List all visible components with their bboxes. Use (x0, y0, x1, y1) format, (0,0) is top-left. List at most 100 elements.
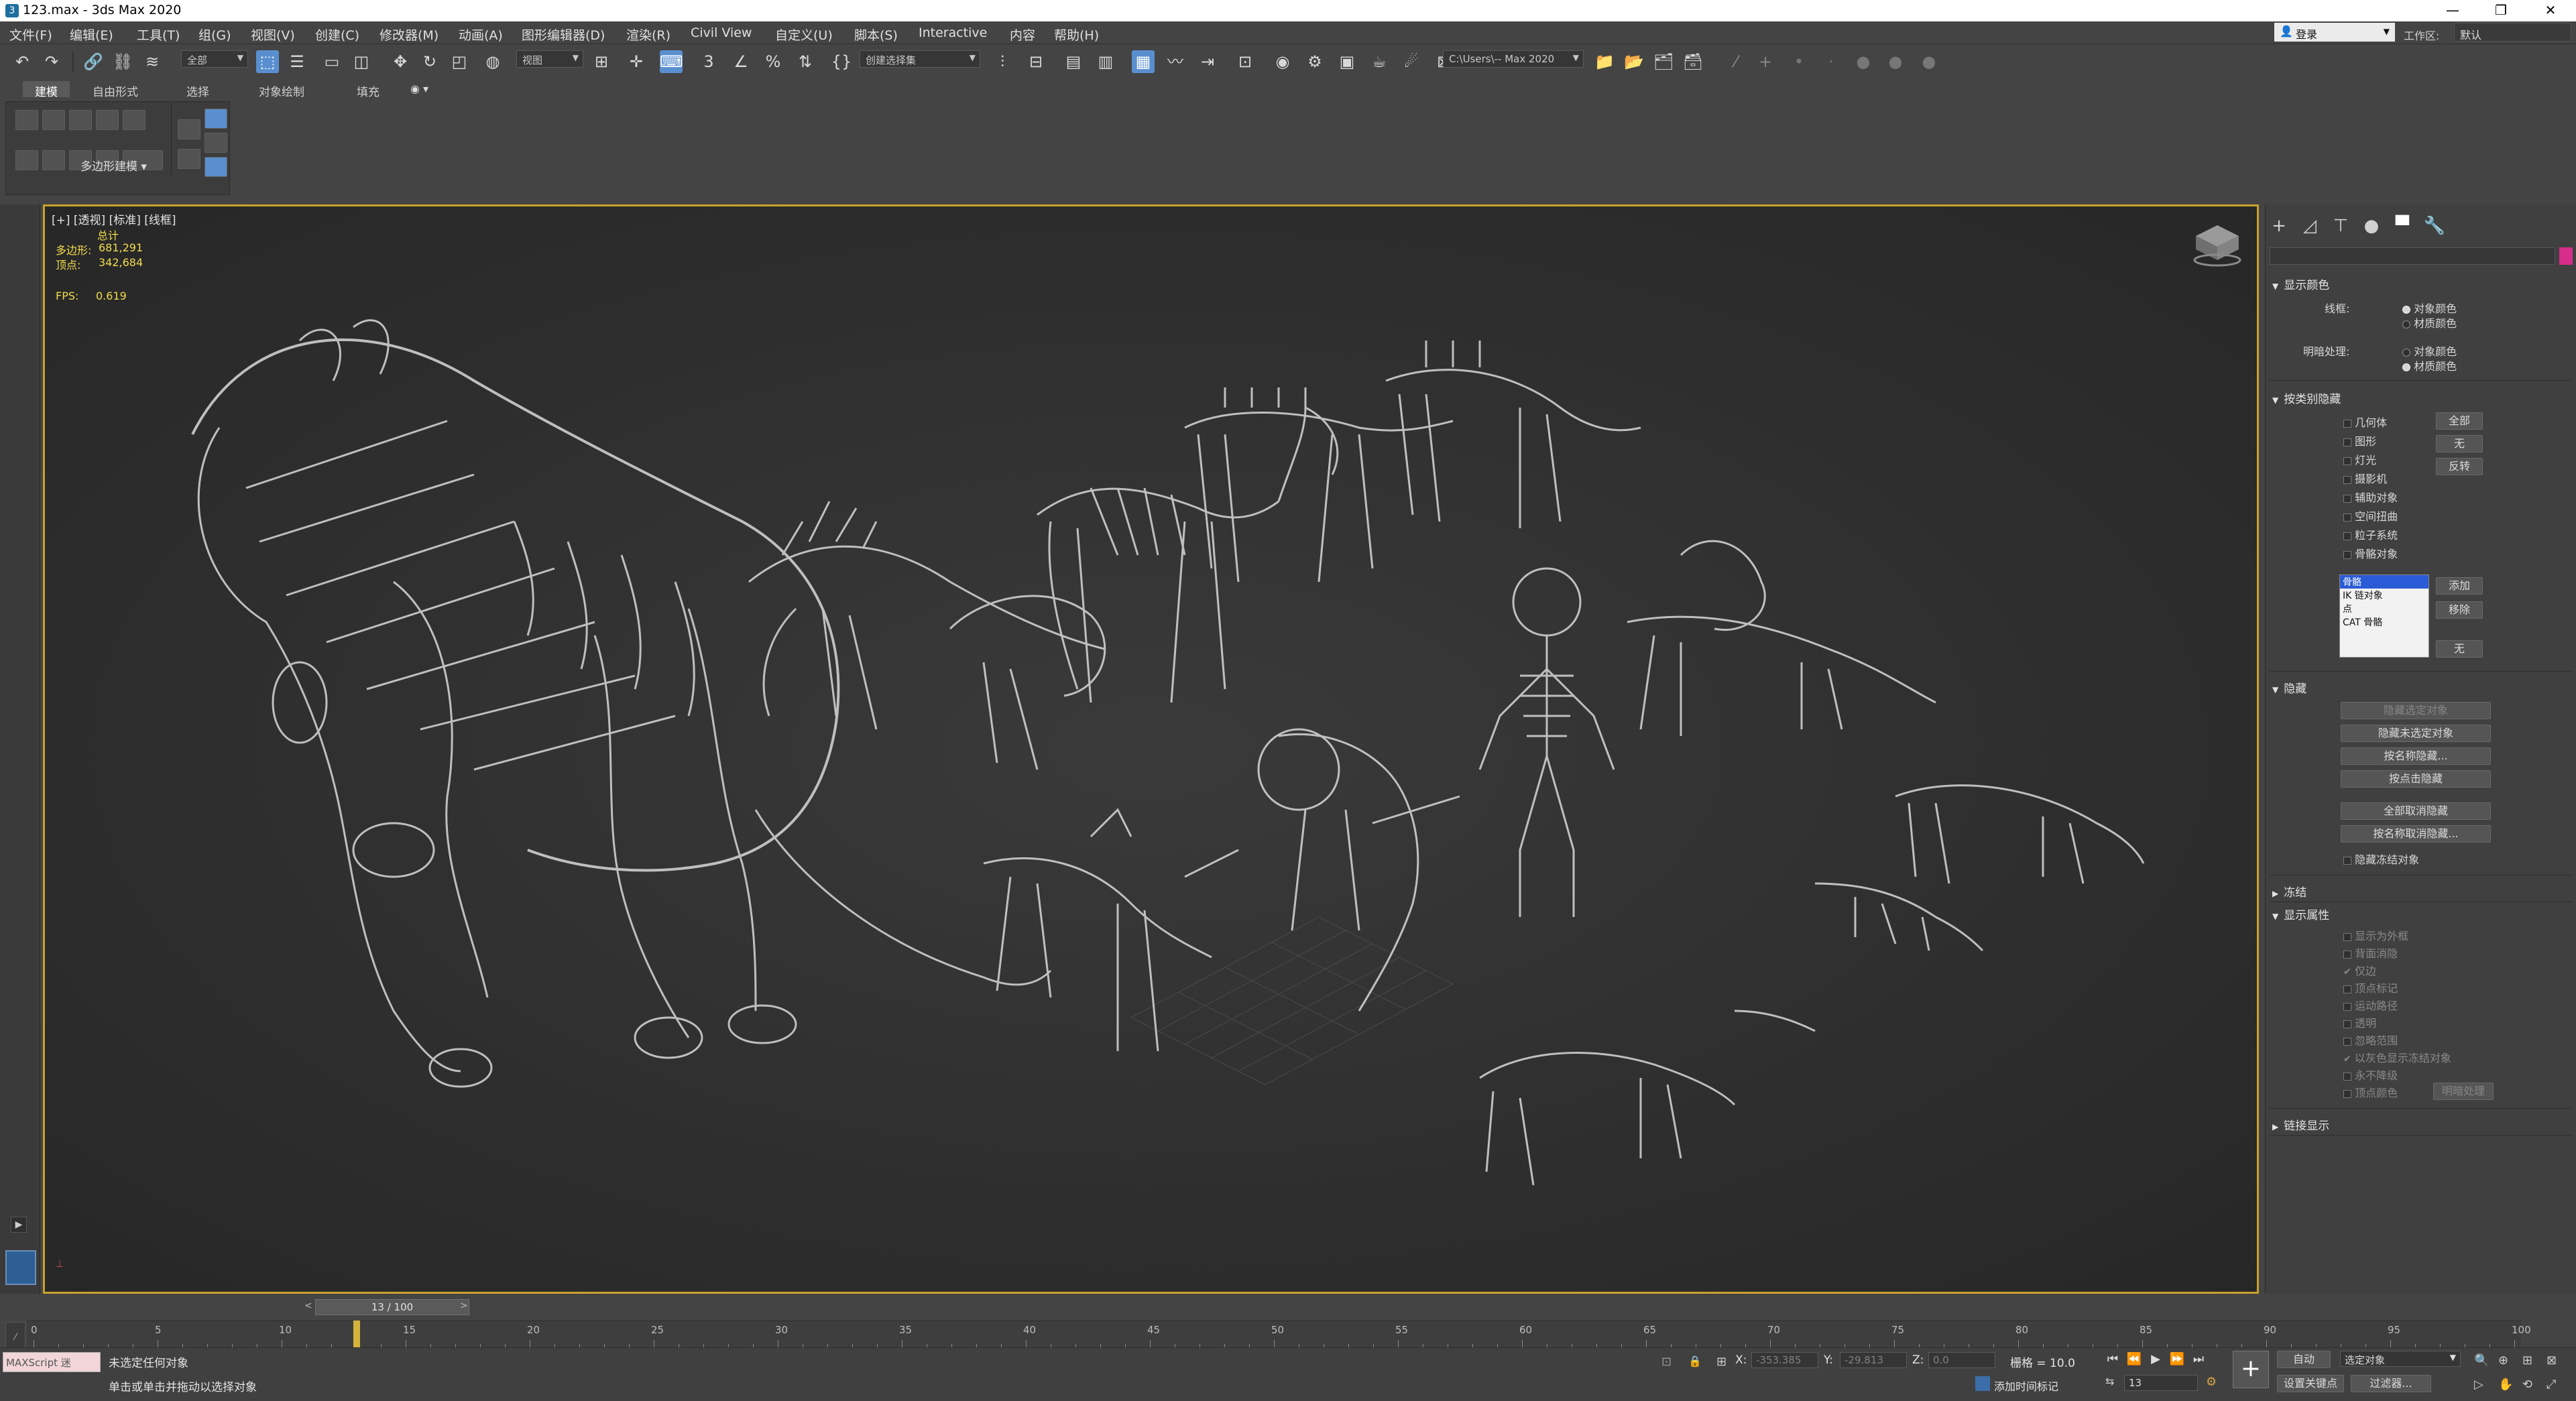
motion-tab-icon[interactable]: ● (2358, 214, 2385, 238)
angle-snap-icon[interactable]: ∠ (729, 50, 752, 73)
unhide-all-button[interactable]: 全部取消隐藏 (2341, 802, 2491, 820)
project-folder-icon[interactable]: 📁 (1593, 50, 1616, 73)
create-tab-icon[interactable]: + (2266, 214, 2292, 238)
ribbon-toggle-icon[interactable]: ▦ (1132, 50, 1155, 73)
list-item[interactable]: 骨骼 (2340, 575, 2428, 589)
dot-icon[interactable]: • (1788, 50, 1810, 73)
spinner-snap-icon[interactable]: ⇅ (794, 50, 817, 73)
ribbon-tool-button[interactable] (69, 110, 92, 130)
dope-sheet-icon[interactable]: ⇥ (1196, 50, 1219, 73)
ribbon-tool-button[interactable] (15, 150, 38, 170)
chevron-left-icon[interactable]: < (304, 1300, 312, 1311)
zoom-all-icon[interactable]: ⊕ (2498, 1353, 2508, 1367)
pivot-center-icon[interactable]: ⊞ (590, 50, 613, 73)
scene-explorer-icon[interactable]: ▤ (1062, 50, 1085, 73)
ribbon-tool-button[interactable] (15, 110, 38, 130)
play-icon[interactable]: ▶ (11, 1217, 27, 1233)
crosshair-icon[interactable]: + (1754, 50, 1777, 73)
time-configuration-icon[interactable]: ⚙ (2206, 1375, 2217, 1389)
percent-snap-icon[interactable]: % (762, 50, 784, 73)
schematic-view-icon[interactable]: ⊡ (1234, 50, 1256, 73)
move-icon[interactable]: ✥ (389, 50, 412, 73)
go-to-end-icon[interactable]: ⏭ (2188, 1351, 2209, 1368)
redo-icon[interactable]: ↷ (40, 50, 63, 73)
utilities-tab-icon[interactable]: 🔧 (2421, 214, 2448, 238)
align-icon[interactable]: ⊟ (1024, 50, 1047, 73)
sphere-icon[interactable]: ● (1918, 50, 1940, 73)
display-prop-checkbox[interactable]: 显示为外框 (2343, 927, 2408, 943)
ribbon-panel-label[interactable]: 多边形建模 ▾ (80, 157, 147, 174)
unlink-icon[interactable]: ⛓ (111, 50, 134, 73)
named-selection-dropdown[interactable]: 创建选择集 ▼ (860, 50, 980, 68)
sphere-icon[interactable]: ● (1884, 50, 1907, 73)
display-prop-checkbox[interactable]: 永不降级 (2343, 1067, 2398, 1083)
zoom-extents-all-icon[interactable]: ⊠ (2546, 1353, 2557, 1367)
set-key-icon[interactable]: + (2233, 1351, 2269, 1388)
section-freeze[interactable]: ▶ 冻结 (2272, 883, 2306, 900)
display-tab-icon[interactable]: ▀ (2389, 214, 2416, 238)
lock-icon[interactable]: 🔒 (1688, 1355, 1702, 1367)
selection-filter-dropdown[interactable]: 全部 ▼ (181, 50, 248, 68)
list-item[interactable]: CAT 骨骼 (2340, 615, 2428, 629)
hide-by-hit-button[interactable]: 按点击隐藏 (2341, 770, 2491, 788)
menu-view[interactable]: 视图(V) (247, 24, 299, 45)
project-settings-icon[interactable]: 🗃 (1682, 50, 1704, 73)
render-production-icon[interactable]: ☕ (1368, 50, 1391, 73)
chevron-right-icon[interactable]: > (460, 1300, 468, 1311)
auto-key-button[interactable]: 自动 (2277, 1351, 2331, 1368)
section-display-properties[interactable]: ▼ 显示属性 (2272, 906, 2329, 922)
rotate-icon[interactable]: ↻ (418, 50, 441, 73)
section-hide[interactable]: ▼ 隐藏 (2272, 679, 2306, 696)
y-coordinate-field[interactable]: -29.813 (1840, 1352, 1907, 1368)
project-path-dropdown[interactable]: C:\Users\-- Max 2020 ▼ (1443, 50, 1584, 68)
reference-coordinate-dropdown[interactable]: 视图 ▼ (516, 50, 583, 68)
minimize-button[interactable]: — (2428, 0, 2477, 21)
display-prop-checkbox[interactable]: 透明 (2343, 1014, 2376, 1030)
menu-scripting[interactable]: 脚本(S) (850, 24, 902, 45)
menu-group[interactable]: 组(G) (194, 24, 235, 45)
hide-by-name-button[interactable]: 按名称隐藏... (2341, 747, 2491, 765)
undo-icon[interactable]: ↶ (11, 50, 34, 73)
menu-graph-editors[interactable]: 图形编辑器(D) (518, 24, 609, 45)
menu-help[interactable]: 帮助(H) (1050, 24, 1103, 45)
unhide-by-name-button[interactable]: 按名称取消隐藏... (2341, 825, 2491, 843)
add-category-button[interactable]: 添加 (2436, 577, 2483, 595)
ribbon-tool-button[interactable] (42, 110, 65, 130)
absolute-mode-icon[interactable]: ⊞ (1716, 1355, 1726, 1369)
play-animation-icon[interactable]: ▶ (2146, 1351, 2166, 1368)
category-checkbox[interactable]: 几何体 (2343, 414, 2387, 430)
category-checkbox[interactable]: 摄影机 (2343, 470, 2387, 486)
category-checkbox[interactable]: 辅助对象 (2343, 489, 2398, 505)
ribbon-tool-button[interactable] (204, 133, 227, 153)
menu-edit[interactable]: 编辑(E) (66, 24, 117, 45)
maxscript-listener[interactable]: MAXScript 迷 (3, 1352, 101, 1372)
menu-file[interactable]: 文件(F) (5, 24, 56, 45)
selected-objects-dropdown[interactable]: 选定对象 ▼ (2340, 1351, 2461, 1367)
display-prop-checkbox[interactable]: ✔ 仅边 (2343, 962, 2376, 978)
orbit-icon[interactable]: ⟲ (2522, 1378, 2532, 1392)
section-display-color[interactable]: ▼ 显示颜色 (2272, 276, 2329, 292)
render-setup-icon[interactable]: ⚙ (1303, 50, 1326, 73)
select-manipulate-icon[interactable]: ✛ (625, 50, 648, 73)
category-list[interactable]: 骨骼 IK 链对象 点 CAT 骨骼 (2339, 574, 2429, 658)
previous-frame-icon[interactable]: ⏪ (2124, 1351, 2144, 1368)
keyboard-shortcut-override-icon[interactable]: ⌨ (660, 50, 683, 73)
zoom-extents-icon[interactable]: ⊞ (2522, 1353, 2532, 1367)
add-time-tag[interactable]: 添加时间标记 (1994, 1378, 2058, 1394)
pan-view-icon[interactable]: ✋ (2498, 1378, 2513, 1392)
key-filters-button[interactable]: 过滤器... (2351, 1375, 2431, 1392)
z-coordinate-field[interactable]: 0.0 (1928, 1352, 1995, 1368)
ribbon-tool-button[interactable] (204, 109, 227, 129)
object-name-field[interactable] (2270, 247, 2555, 265)
section-link-display[interactable]: ▶ 链接显示 (2272, 1116, 2329, 1133)
ribbon-tool-button[interactable] (178, 149, 200, 169)
display-prop-checkbox[interactable]: 背面消隐 (2343, 945, 2398, 961)
field-of-view-icon[interactable]: ▷ (2474, 1378, 2483, 1392)
category-checkbox[interactable]: 空间扭曲 (2343, 507, 2398, 524)
dot-small-icon[interactable]: · (1820, 50, 1842, 73)
menu-content[interactable]: 内容 (1006, 24, 1039, 45)
perspective-viewport[interactable]: [+] [透视] [标准] [线框] 总计 多边形: 681,291 顶点: 3… (43, 204, 2259, 1294)
shaded-button[interactable]: 明暗处理 (2433, 1083, 2494, 1100)
remove-category-button[interactable]: 移除 (2436, 601, 2483, 619)
time-tag-icon[interactable] (1975, 1376, 1990, 1391)
